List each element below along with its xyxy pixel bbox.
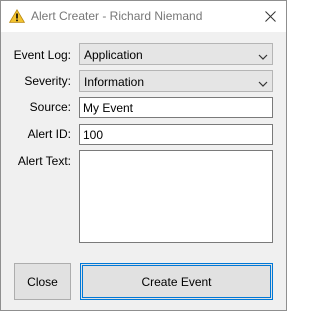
source-field[interactable] — [80, 98, 272, 117]
chevron-down-icon — [258, 77, 268, 87]
window-title: Alert Creater - Richard Niemand — [31, 9, 203, 23]
close-button[interactable]: Close — [14, 263, 71, 300]
chevron-down-icon — [258, 50, 268, 60]
alert-id-field-box — [79, 124, 273, 145]
severity-dropdown[interactable]: Information — [79, 70, 273, 92]
alert-text-area[interactable] — [79, 150, 273, 243]
create-event-button[interactable]: Create Event — [80, 263, 273, 300]
warning-icon — [8, 9, 26, 23]
alert-id-label: Alert ID: — [27, 127, 71, 141]
event-log-value: Application — [84, 48, 143, 62]
severity-value: Information — [84, 75, 145, 89]
source-field-box — [79, 97, 273, 118]
title-bar[interactable]: Alert Creater - Richard Niemand — [1, 1, 286, 32]
severity-label: Severity: — [24, 74, 71, 88]
source-label: Source: — [29, 100, 71, 114]
alert-text-label: Alert Text: — [17, 154, 71, 168]
alert-id-field[interactable] — [80, 125, 272, 144]
event-log-dropdown[interactable]: Application — [79, 43, 273, 65]
event-log-label: Event Log: — [13, 48, 71, 62]
close-icon[interactable] — [259, 6, 281, 26]
alert-creater-window: Alert Creater - Richard Niemand Event Lo… — [0, 0, 287, 311]
